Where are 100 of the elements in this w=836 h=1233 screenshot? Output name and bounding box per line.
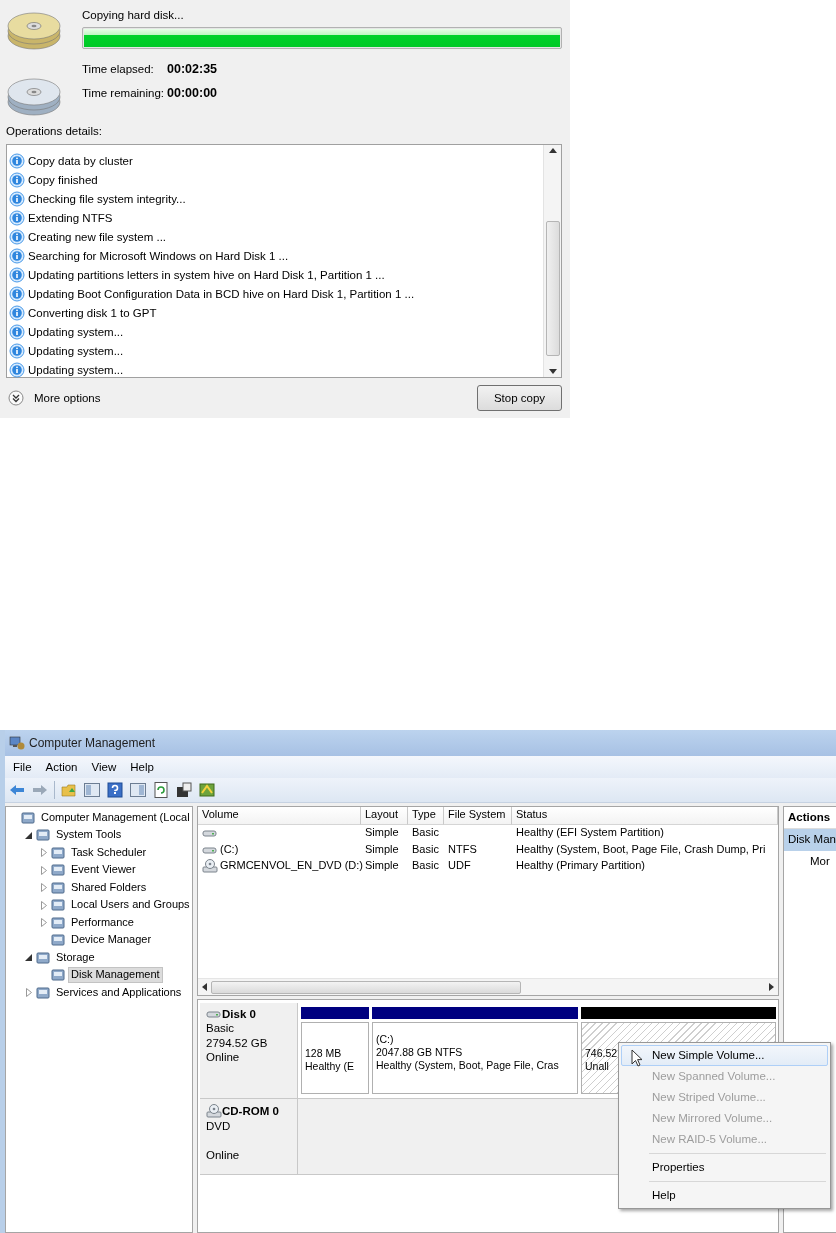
scroll-right-icon[interactable] (769, 983, 774, 991)
table-cell: NTFS (448, 842, 477, 857)
info-icon (9, 152, 25, 169)
info-icon (9, 247, 25, 264)
collapsed-arrow-icon[interactable] (25, 988, 32, 998)
status-text: Copying hard disk... (82, 8, 185, 23)
menu-item[interactable]: View (91, 759, 117, 775)
tree-item[interactable]: Performance (68, 914, 137, 931)
column-header[interactable]: Type (408, 807, 444, 825)
scroll-left-icon[interactable] (202, 983, 207, 991)
info-icon (9, 228, 25, 245)
task-link[interactable]: Disk Man (784, 829, 836, 851)
menu-item[interactable]: Action (45, 759, 78, 775)
scroll-up-icon[interactable] (548, 148, 557, 154)
disk-status: Online (206, 1050, 241, 1065)
node-icon (50, 879, 66, 896)
disk-status: Online (206, 1147, 241, 1163)
log-entry: Creating new file system ... (28, 229, 167, 245)
log-entry: Extending NTFS (28, 210, 113, 226)
info-icon (9, 266, 25, 283)
partition-block[interactable]: (C:) 2047.88 GB NTFS Healthy (System, Boot, Page File, Cras (372, 1022, 578, 1094)
folder-icon[interactable] (60, 781, 78, 799)
log-entry: Updating partitions letters in system hive on Hard Disk 1, Partition 1 ... (28, 267, 385, 283)
node-icon (50, 844, 66, 861)
disk-type: Basic (206, 1021, 236, 1036)
node-icon (35, 984, 51, 1001)
tree-item[interactable]: Task Scheduler (68, 844, 150, 861)
table-cell: (C:) (220, 842, 239, 857)
node-icon (50, 897, 66, 914)
log-entry: Updating system... (28, 324, 124, 340)
table-cell: Simple (365, 842, 399, 857)
optical-drive-icon (202, 858, 218, 875)
partition-text: 746.52 (585, 1047, 618, 1061)
collapsed-arrow-icon[interactable] (40, 900, 47, 910)
tree-item[interactable]: Disk Management (68, 967, 163, 984)
partition-text: Healthy (System, Boot, Page File, Cras (376, 1059, 559, 1073)
stop-copy-button[interactable]: Stop copy (477, 385, 562, 412)
menu-item[interactable]: Help (130, 759, 154, 775)
column-header[interactable]: Volume (198, 807, 361, 825)
node-icon (50, 862, 66, 879)
expanded-arrow-icon[interactable] (25, 831, 32, 839)
log-entry: Updating Boot Configuration Data in BCD hive on Hard Disk 1, Partition 1 ... (28, 286, 415, 302)
collapsed-arrow-icon[interactable] (40, 865, 47, 875)
collapsed-arrow-icon[interactable] (40, 918, 47, 928)
refresh-icon[interactable] (152, 781, 170, 799)
collapsed-arrow-icon[interactable] (40, 848, 47, 858)
node-icon (20, 809, 36, 826)
node-icon (35, 949, 51, 966)
log-entry: Copy data by cluster (28, 153, 133, 169)
tree-item[interactable]: Services and Applications (53, 984, 185, 1001)
expanded-arrow-icon[interactable] (25, 954, 32, 962)
partition-text: Healthy (E (305, 1060, 355, 1074)
collapsed-arrow-icon[interactable] (40, 883, 47, 893)
partition-block[interactable]: 128 MB Healthy (E (301, 1022, 369, 1094)
tree-item[interactable]: Event Viewer (68, 862, 139, 879)
tree-item[interactable]: Shared Folders (68, 879, 150, 896)
log-entry: Updating system... (28, 362, 124, 378)
column-header[interactable]: Layout (361, 807, 408, 825)
menu-item[interactable]: Help (621, 1185, 828, 1206)
task-link[interactable]: Mor (784, 851, 836, 873)
info-icon (9, 285, 25, 302)
scrollbar[interactable] (198, 978, 778, 995)
info-icon (9, 323, 25, 340)
properties-icon[interactable] (175, 781, 193, 799)
drive-icon (202, 827, 218, 840)
table-cell: Healthy (EFI System Partition) (516, 826, 664, 841)
log-entry: Updating system... (28, 343, 124, 359)
drive-icon (206, 1008, 222, 1021)
disk-name: CD-ROM 0 (222, 1103, 279, 1119)
menu-item[interactable]: Properties (621, 1157, 828, 1178)
tree-item[interactable]: Computer Management (Local (38, 809, 192, 826)
tree-item[interactable]: Local Users and Groups (68, 897, 192, 914)
scroll-down-icon[interactable] (548, 369, 557, 375)
menu-item[interactable]: New Simple Volume... (621, 1045, 828, 1066)
optical-drive-icon (206, 1103, 222, 1119)
more-options-button[interactable]: More options (6, 390, 101, 407)
column-header[interactable]: Status (512, 807, 778, 825)
node-icon (50, 932, 66, 949)
log-entry: Converting disk 1 to GPT (28, 305, 157, 321)
tree-item[interactable]: System Tools (53, 827, 125, 844)
log-entry: Checking file system integrity... (28, 191, 186, 207)
table-cell: Simple (365, 826, 399, 841)
time-value: 00:00:00 (167, 85, 218, 102)
help-icon[interactable] (106, 781, 124, 799)
tree-item[interactable]: Device Manager (68, 932, 155, 949)
partition-text: 128 MB (305, 1047, 342, 1061)
table-cell: Basic (412, 859, 439, 874)
disk-type: DVD (206, 1119, 232, 1134)
computer-icon (9, 735, 25, 751)
panel-icon[interactable] (83, 781, 101, 799)
column-header[interactable]: File System (444, 807, 512, 825)
log-entry: Searching for Microsoft Windows on Hard Disk 1 ... (28, 248, 289, 264)
menu-item[interactable]: File (13, 759, 32, 775)
window-title: Computer Management (29, 735, 156, 751)
tree-item[interactable]: Storage (53, 949, 98, 966)
info-icon (9, 304, 25, 321)
info-icon (9, 342, 25, 359)
partition-text: Unall (585, 1060, 609, 1074)
scrollbar[interactable] (543, 145, 561, 378)
panel-icon[interactable] (129, 781, 147, 799)
